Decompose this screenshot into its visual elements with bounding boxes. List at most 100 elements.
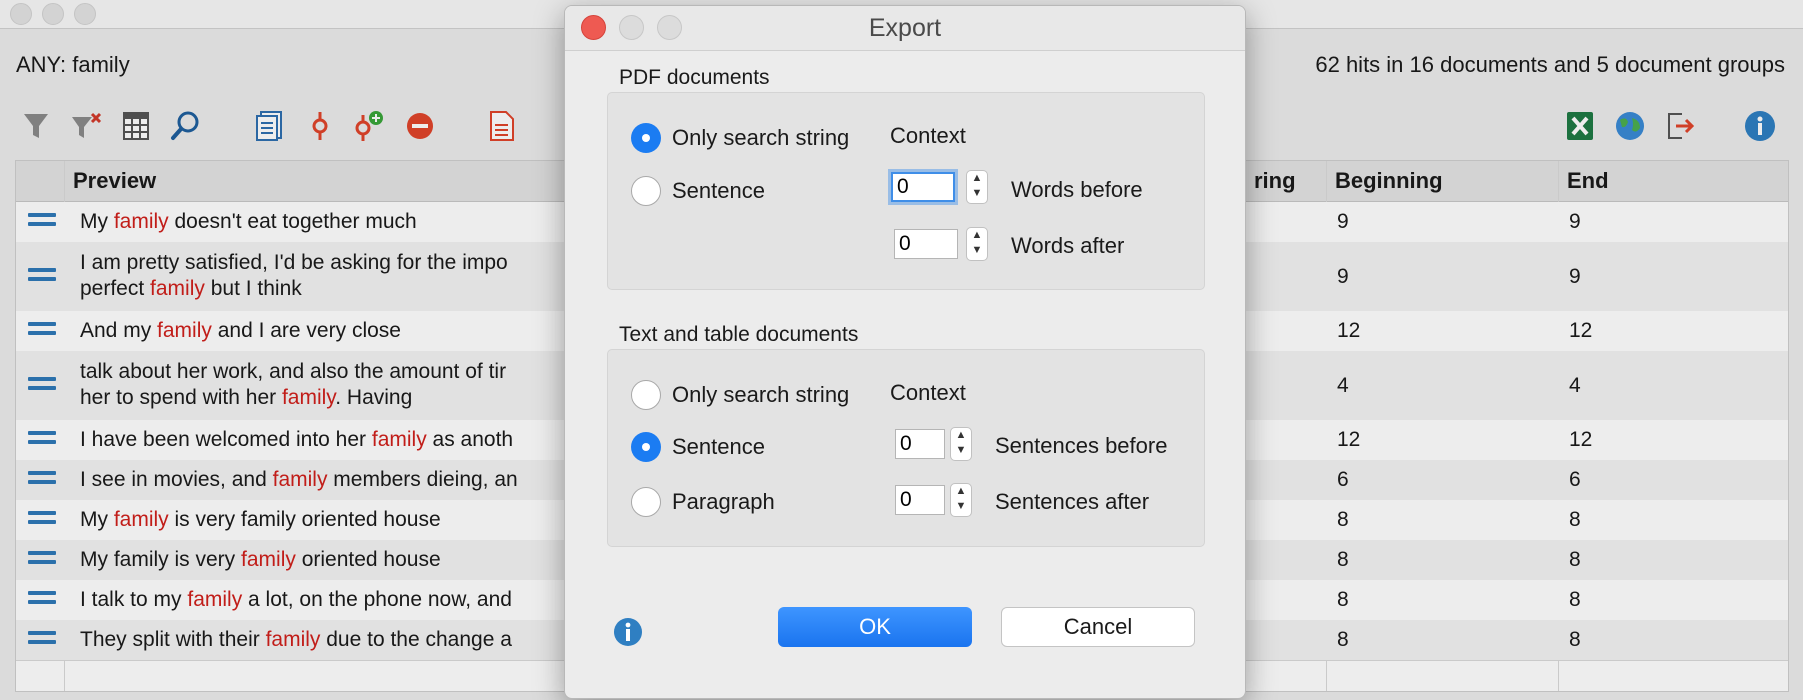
preview-cell: And my family and I are very close [80, 318, 401, 344]
end-cell: 12 [1569, 428, 1593, 451]
preview-text: talk about her work, and also the amount… [80, 360, 507, 383]
sentences-after-stepper[interactable]: ▲ ▼ [950, 483, 972, 517]
preview-cell: I have been welcomed into her family as … [80, 427, 513, 453]
sentences-before-label: Sentences before [995, 433, 1168, 458]
preview-cell: My family doesn't eat together much [80, 209, 417, 235]
preview-cell: I talk to my family a lot, on the phone … [80, 587, 512, 613]
beginning-cell: 4 [1337, 373, 1349, 397]
preview-text: a lot, on the phone now, and [242, 588, 512, 611]
row-drag-handle-icon[interactable] [28, 551, 56, 571]
preview-text: is very family oriented house [168, 508, 441, 531]
row-drag-handle-icon[interactable] [28, 631, 56, 651]
preview-text: I talk to my [80, 588, 188, 611]
preview-cell: talk about her work, and also the amount… [80, 359, 506, 411]
preview-text: her to spend with her [80, 386, 282, 409]
end-cell: 8 [1569, 548, 1581, 571]
words-after-input[interactable] [894, 229, 958, 259]
ok-button[interactable]: OK [778, 607, 972, 647]
end-cell: 4 [1569, 373, 1581, 397]
preview-text: My family is very [80, 548, 242, 571]
export-dialog: Export PDF documents Only search string … [564, 5, 1246, 699]
filter-icon[interactable] [18, 108, 54, 144]
exit-icon[interactable] [1662, 108, 1698, 144]
window-zoom-button[interactable] [74, 3, 96, 25]
sentences-before-input[interactable] [895, 429, 945, 459]
preview-cell: They split with their family due to the … [80, 627, 512, 653]
info-icon[interactable] [1742, 108, 1778, 144]
text-sentence-radio[interactable] [631, 432, 661, 462]
end-cell: 8 [1569, 588, 1581, 611]
add-code-icon[interactable] [350, 108, 386, 144]
hits-summary: 62 hits in 16 documents and 5 document g… [1315, 52, 1785, 77]
column-header-end[interactable]: End [1558, 161, 1788, 201]
preview-text: members dieing, an [327, 468, 518, 491]
dialog-zoom-button[interactable] [657, 15, 682, 40]
beginning-cell: 8 [1337, 548, 1349, 571]
words-before-stepper[interactable]: ▲ ▼ [966, 170, 988, 204]
text-section-label: Text and table documents [619, 323, 859, 346]
end-cell: 9 [1569, 264, 1581, 288]
dialog-minimize-button[interactable] [619, 15, 644, 40]
words-before-input[interactable] [891, 172, 955, 202]
preview-text: I have been welcomed into her [80, 428, 372, 451]
row-drag-handle-icon[interactable] [28, 431, 56, 451]
document-list-icon[interactable] [252, 108, 288, 144]
preview-cell: I am pretty satisfied, I'd be asking for… [80, 250, 508, 302]
row-drag-handle-icon[interactable] [28, 322, 56, 342]
column-header-beginning[interactable]: Beginning [1326, 161, 1558, 201]
preview-text: doesn't eat together much [168, 210, 417, 233]
dialog-info-icon[interactable] [612, 616, 644, 648]
search-hit: family [113, 508, 169, 531]
search-hit: family [272, 468, 328, 491]
words-after-label: Words after [1011, 233, 1125, 258]
preview-text: I see in movies, and [80, 468, 273, 491]
beginning-cell: 8 [1337, 588, 1349, 611]
preview-text: perfect [80, 277, 151, 300]
remove-icon[interactable] [402, 108, 438, 144]
end-cell: 8 [1569, 508, 1581, 531]
clear-filter-icon[interactable] [68, 108, 104, 144]
preview-text: but I think [204, 277, 302, 300]
text-only-search-string-radio[interactable] [631, 380, 661, 410]
window-minimize-button[interactable] [42, 3, 64, 25]
pdf-sentence-label: Sentence [672, 178, 765, 203]
globe-icon[interactable] [1612, 108, 1648, 144]
text-paragraph-radio[interactable] [631, 487, 661, 517]
code-icon[interactable] [302, 108, 338, 144]
preview-text: oriented house [295, 548, 441, 571]
sentences-before-stepper[interactable]: ▲ ▼ [950, 427, 972, 461]
end-cell: 9 [1569, 210, 1581, 233]
dialog-close-button[interactable] [581, 15, 606, 40]
text-context-label: Context [890, 380, 966, 405]
preview-cell: My family is very family oriented house [80, 547, 441, 573]
table-columns-icon[interactable] [118, 108, 154, 144]
sentences-after-input[interactable] [895, 485, 945, 515]
row-drag-handle-icon[interactable] [28, 213, 56, 233]
pdf-only-search-string-radio[interactable] [631, 123, 661, 153]
query-label: ANY: family [16, 52, 130, 77]
preview-text: as anoth [426, 428, 514, 451]
preview-cell: I see in movies, and family members diei… [80, 467, 518, 493]
beginning-cell: 12 [1337, 428, 1361, 451]
row-drag-handle-icon[interactable] [28, 376, 56, 397]
window-close-button[interactable] [10, 3, 32, 25]
beginning-cell: 9 [1337, 264, 1349, 288]
preview-cell: My family is very family oriented house [80, 507, 441, 533]
beginning-cell: 12 [1337, 319, 1361, 342]
row-drag-handle-icon[interactable] [28, 591, 56, 611]
beginning-cell: 8 [1337, 508, 1349, 531]
preview-text: and I are very close [211, 319, 401, 342]
search-icon[interactable] [168, 108, 204, 144]
words-after-stepper[interactable]: ▲ ▼ [966, 227, 988, 261]
pdf-sentence-radio[interactable] [631, 176, 661, 206]
row-drag-handle-icon[interactable] [28, 471, 56, 491]
row-drag-handle-icon[interactable] [28, 267, 56, 288]
excel-icon[interactable] [1562, 108, 1598, 144]
search-hit: family [150, 277, 205, 300]
pdf-icon[interactable] [484, 108, 520, 144]
cancel-button[interactable]: Cancel [1001, 607, 1195, 647]
row-drag-handle-icon[interactable] [28, 511, 56, 531]
sentences-after-label: Sentences after [995, 489, 1150, 514]
search-hit: family [281, 386, 336, 409]
text-only-search-string-label: Only search string [672, 382, 850, 407]
